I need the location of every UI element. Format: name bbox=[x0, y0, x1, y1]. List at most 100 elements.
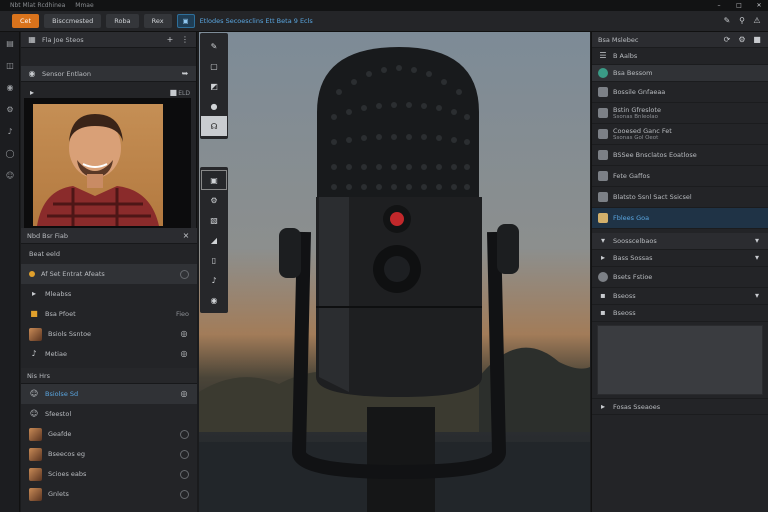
eye-icon[interactable]: ◎ bbox=[179, 329, 189, 339]
list-item-label: Bossile Gnfaeaa bbox=[613, 88, 666, 96]
list-item[interactable]: ♪ Metiae ◎ bbox=[21, 344, 197, 364]
settings-icon[interactable]: ⚙ bbox=[737, 35, 747, 45]
list-item[interactable]: Bstin Gfreslote Ssonas Bnleolao bbox=[592, 103, 768, 124]
section-header[interactable]: ▪ Bseoss bbox=[592, 305, 768, 322]
list-item[interactable]: Cooesed Ganc Fet Ssonas Gol Oeot bbox=[592, 124, 768, 145]
list-item[interactable]: BSSee Bnsclatos Eoatlose bbox=[592, 145, 768, 166]
list-item[interactable]: Bsiols Ssntoe ◎ bbox=[21, 324, 197, 344]
list-item-label: Bsiols Ssntoe bbox=[48, 330, 92, 338]
eye-icon[interactable]: ◎ bbox=[179, 349, 189, 359]
filter-icon[interactable]: ▧ bbox=[201, 210, 227, 230]
pin-icon[interactable]: ☊ bbox=[201, 116, 227, 136]
toolbar-button[interactable]: Bisccmested bbox=[44, 14, 102, 28]
record-icon[interactable]: ■ bbox=[168, 88, 178, 98]
layout-icon[interactable]: ▣ bbox=[176, 14, 195, 28]
lock-icon[interactable]: ■ bbox=[752, 35, 762, 45]
files-icon[interactable]: ▤ bbox=[0, 32, 20, 54]
toolbar-button[interactable]: Roba bbox=[106, 14, 139, 28]
list-item-label: Bsiolse Sd bbox=[45, 390, 79, 398]
list-item[interactable]: Blatsto Ssnl Sact Ssicsel bbox=[592, 187, 768, 208]
panel-title: Fla Joe Steos bbox=[42, 35, 84, 44]
camera-source-label: Sensor Entlaon bbox=[42, 69, 92, 78]
arrow-icon[interactable]: ➥ bbox=[180, 69, 190, 79]
list-item[interactable]: Gnlets bbox=[21, 484, 197, 504]
list-item-label: Af Set Entrat Afeats bbox=[41, 270, 105, 278]
section-header: Nis Hrs bbox=[21, 368, 197, 384]
settings-icon[interactable]: ⚙ bbox=[0, 98, 20, 120]
transform-icon[interactable]: ◢ bbox=[201, 230, 227, 250]
refresh-icon[interactable]: ⟳ bbox=[722, 35, 732, 45]
section-header: Nbd Bsr Fiab × bbox=[21, 228, 197, 244]
camera-source-row[interactable]: ◉ Sensor Entlaon ➥ bbox=[21, 66, 196, 82]
footer-row[interactable]: ▸ Fosas Sseaoes bbox=[592, 398, 768, 415]
camera-icon[interactable]: ◯ bbox=[0, 142, 20, 164]
list-item-label: Sfeestol bbox=[45, 410, 72, 418]
list-item[interactable]: Bossile Gnfaeaa bbox=[592, 82, 768, 103]
eye-icon[interactable]: ◎ bbox=[179, 389, 189, 399]
list-item[interactable]: Bseecos eg bbox=[21, 444, 197, 464]
close-icon[interactable]: ✕ bbox=[754, 1, 764, 11]
expand-icon[interactable]: ▸ bbox=[27, 88, 37, 98]
main-preview-canvas[interactable] bbox=[199, 32, 590, 512]
properties-preview-area[interactable] bbox=[597, 325, 763, 395]
menu-item[interactable]: Mmae bbox=[75, 2, 93, 9]
left-rail: ▤ ◫ ◉ ⚙ ♪ ◯ ☺ bbox=[0, 32, 20, 512]
list-item[interactable]: ☺ Bsiolse Sd ◎ bbox=[21, 384, 197, 404]
mic-icon[interactable]: ● bbox=[201, 96, 227, 116]
pin-icon[interactable]: ✎ bbox=[722, 16, 732, 26]
visibility-toggle[interactable] bbox=[180, 449, 189, 459]
webcam-preview[interactable] bbox=[24, 98, 191, 228]
list-item[interactable]: Bsa Bessom bbox=[592, 65, 768, 82]
primary-button[interactable]: Cet bbox=[12, 14, 40, 28]
list-item[interactable]: Af Set Entrat Afeats bbox=[21, 264, 197, 284]
visibility-toggle[interactable] bbox=[180, 429, 189, 439]
item-icon bbox=[598, 192, 608, 202]
globe-icon[interactable]: ◉ bbox=[0, 76, 20, 98]
pen-icon[interactable]: ✎ bbox=[201, 36, 227, 56]
footer-label: Fosas Sseaoes bbox=[613, 402, 661, 411]
search-icon[interactable]: ⚲ bbox=[737, 16, 747, 26]
list-item-sub: Ssonas Bnleolao bbox=[613, 114, 658, 120]
list-item[interactable]: ■ Bsa Pfoet Fieo bbox=[21, 304, 197, 324]
list-item-label: Beat eeld bbox=[29, 250, 60, 258]
close-icon[interactable]: × bbox=[181, 231, 191, 241]
section-header[interactable]: ▾ Soosscelbaos ▾ bbox=[592, 233, 768, 250]
user-icon[interactable]: ☺ bbox=[0, 164, 20, 186]
list-item[interactable]: Beat eeld bbox=[21, 244, 197, 264]
minimize-icon[interactable]: – bbox=[714, 1, 724, 11]
section-header[interactable]: ▸ Bass Sossas ▾ bbox=[592, 250, 768, 267]
avatar bbox=[598, 272, 608, 282]
collapse-icon[interactable]: ▾ bbox=[752, 236, 762, 246]
maximize-icon[interactable]: □ bbox=[734, 1, 744, 11]
frame-icon[interactable]: ▣ bbox=[201, 170, 227, 190]
folder-icon: ▸ bbox=[31, 289, 36, 298]
record-icon[interactable]: ◉ bbox=[201, 290, 227, 310]
more-icon[interactable]: ⋮ bbox=[180, 35, 190, 45]
list-item[interactable]: Scioes eabs bbox=[21, 464, 197, 484]
layers-icon[interactable]: ◫ bbox=[0, 54, 20, 76]
collapse-icon[interactable]: ▾ bbox=[752, 291, 762, 301]
add-icon[interactable]: + bbox=[165, 35, 175, 45]
warning-icon[interactable]: ⚠ bbox=[752, 16, 762, 26]
list-item-label: Gnlets bbox=[48, 490, 69, 498]
select-icon[interactable]: ▢ bbox=[201, 56, 227, 76]
list-item[interactable]: ☺ Sfeestol bbox=[21, 404, 197, 424]
visibility-toggle[interactable] bbox=[180, 489, 189, 499]
visibility-toggle[interactable] bbox=[180, 469, 189, 479]
settings-icon[interactable]: ⚙ bbox=[201, 190, 227, 210]
list-item-label: Metiae bbox=[45, 350, 67, 358]
visibility-toggle[interactable] bbox=[180, 269, 189, 279]
list-item-selected[interactable]: Fblees Goa bbox=[592, 208, 768, 229]
audio-icon[interactable]: ♪ bbox=[0, 120, 20, 142]
crop-icon[interactable]: ◩ bbox=[201, 76, 227, 96]
list-item[interactable]: ▸ Mleabss bbox=[21, 284, 197, 304]
list-item[interactable]: Geafde bbox=[21, 424, 197, 444]
list-item-meta: Fieo bbox=[175, 310, 189, 318]
toolbar-button[interactable]: Rex bbox=[143, 14, 172, 28]
audio-icon[interactable]: ♪ bbox=[201, 270, 227, 290]
phone-icon[interactable]: ▯ bbox=[201, 250, 227, 270]
section-header[interactable]: ▪ Bseoss ▾ bbox=[592, 288, 768, 305]
collapse-icon[interactable]: ▾ bbox=[752, 253, 762, 263]
list-item[interactable]: Fete Gaffos bbox=[592, 166, 768, 187]
list-item[interactable]: Bsets Fstioe bbox=[592, 267, 768, 288]
